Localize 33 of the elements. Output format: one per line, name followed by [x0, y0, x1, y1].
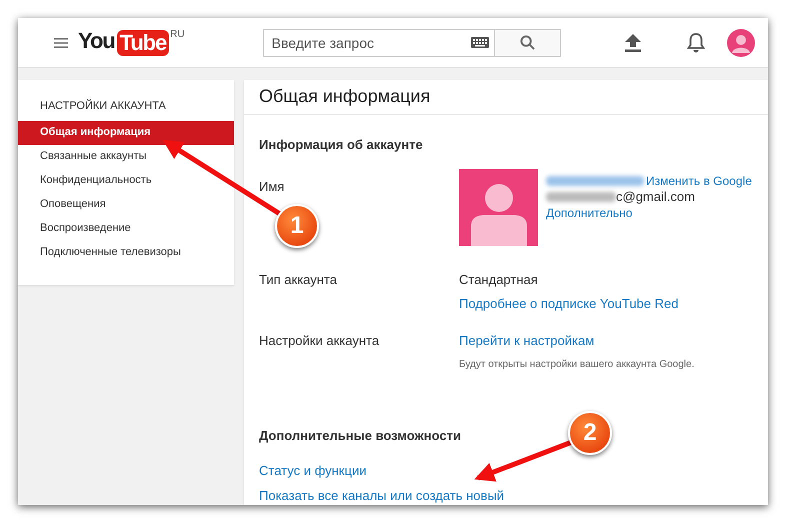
change-in-google-link[interactable]: Изменить в Google	[646, 173, 752, 189]
email-address: c@gmail.com	[616, 189, 695, 205]
search-icon	[520, 35, 535, 50]
search-button[interactable]	[494, 28, 561, 56]
page-title: Общая информация	[244, 80, 768, 114]
avatar-icon[interactable]	[726, 28, 755, 56]
section-heading: Дополнительные возможности	[259, 426, 461, 445]
logo-text-badge: Tube	[116, 30, 170, 56]
section-heading: Информация об аккаунте	[259, 136, 424, 154]
more-link[interactable]: Дополнительно	[546, 205, 752, 221]
search-field[interactable]: Введите запрос	[262, 28, 495, 56]
hint-text: Будут открыты настройки вашего аккаунта Google.	[459, 358, 694, 372]
field-value: Стандартная	[459, 271, 539, 289]
upload-icon[interactable]	[624, 34, 641, 52]
sidebar-heading: НАСТРОЙКИ АККАУНТА	[39, 98, 167, 114]
sidebar-item[interactable]: Воспроизведение	[18, 216, 234, 240]
field-label: Тип аккаунта	[259, 271, 338, 289]
logo-text: You	[78, 30, 115, 52]
region-label: RU	[170, 28, 185, 42]
sidebar-item[interactable]: Связанные аккаунты	[18, 144, 234, 168]
link[interactable]: Подробнее о подписке YouTube Red	[459, 294, 678, 313]
link[interactable]: Показать все каналы или создать новый	[259, 486, 504, 505]
link[interactable]: Перейти к настройкам	[459, 331, 694, 350]
name-label: Имя	[259, 178, 284, 196]
sidebar-item[interactable]: Подключенные телевизоры	[18, 240, 234, 264]
bell-icon[interactable]	[686, 32, 705, 52]
sidebar-item[interactable]: Оповещения	[18, 192, 234, 216]
sidebar-item[interactable]: Общая информация	[18, 120, 234, 144]
field-label: Настройки аккаунта	[259, 332, 380, 350]
redacted-email	[546, 192, 616, 202]
link[interactable]: Статус и функции	[259, 461, 366, 480]
menu-icon[interactable]	[54, 36, 68, 48]
sidebar-item[interactable]: Конфиденциальность	[18, 168, 234, 192]
